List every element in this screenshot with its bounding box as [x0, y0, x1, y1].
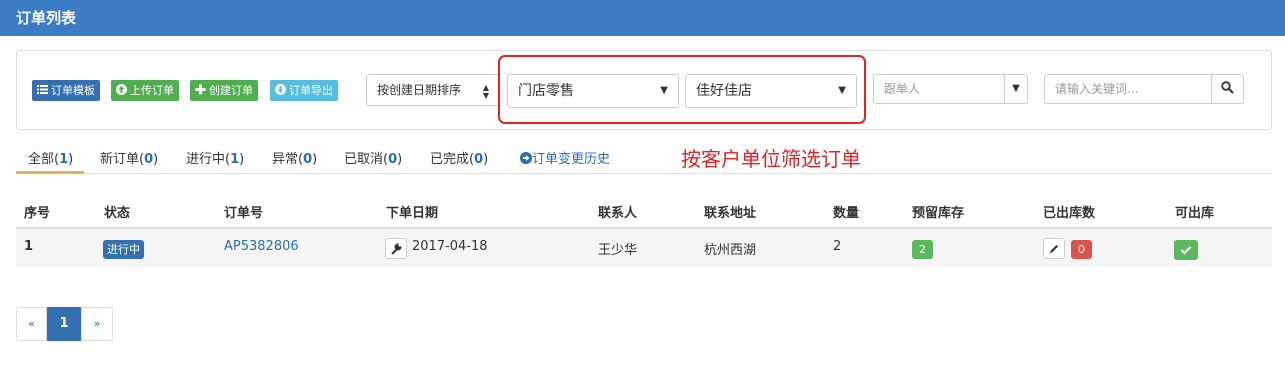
col-qty: 数量: [833, 206, 860, 221]
tab-exception-label: 异常: [272, 152, 299, 167]
download-icon: [275, 84, 286, 95]
follower-dropdown-button[interactable]: ▼: [1004, 74, 1028, 104]
customer-select[interactable]: 佳好佳店 ▼: [685, 74, 857, 108]
tab-completed[interactable]: 已完成(0): [430, 148, 488, 167]
tab-completed-label: 已完成: [430, 152, 470, 167]
pagination-next[interactable]: »: [81, 307, 113, 341]
upload-order-label: 上传订单: [130, 84, 174, 97]
plus-icon: [195, 84, 206, 95]
col-contact: 联系人: [598, 206, 638, 221]
search-icon: [1221, 81, 1234, 94]
tab-in-progress[interactable]: 进行中(1): [186, 148, 244, 167]
order-history-label: 订单变更历史: [532, 152, 611, 167]
order-history-link[interactable]: 订单变更历史: [520, 148, 610, 167]
tab-cancelled-count: 0: [388, 152, 398, 167]
upload-icon: [116, 84, 127, 95]
pencil-icon: [1050, 245, 1058, 253]
pagination-prev[interactable]: «: [16, 307, 47, 341]
contact-name: 王少华: [598, 243, 638, 258]
col-date: 下单日期: [386, 206, 439, 221]
channel-select[interactable]: 门店零售 ▼: [507, 74, 679, 108]
status-badge: 进行中: [103, 240, 144, 259]
col-status: 状态: [104, 206, 131, 221]
tab-completed-count: 0: [474, 152, 484, 167]
create-order-button[interactable]: 创建订单: [190, 80, 258, 101]
shipped-count-badge: 0: [1071, 240, 1092, 259]
sort-select-value: 按创建日期排序: [377, 83, 462, 97]
order-number-link[interactable]: AP5382806: [224, 239, 299, 254]
row-index: 1: [24, 239, 34, 254]
sort-select[interactable]: 按创建日期排序 ▲ ▼: [366, 74, 500, 106]
search-input[interactable]: 请输入关键词...: [1044, 74, 1212, 104]
contact-address: 杭州西湖: [704, 243, 757, 258]
tab-new-count: 0: [144, 152, 154, 167]
tab-all-label: 全部: [28, 152, 55, 167]
order-template-button[interactable]: 订单模板: [32, 80, 100, 101]
tab-exception[interactable]: 异常(0): [272, 148, 317, 167]
tab-all-count: 1: [59, 152, 69, 167]
tab-in-progress-count: 1: [230, 152, 240, 167]
export-order-label: 订单导出: [289, 84, 333, 97]
follower-placeholder: 跟单人: [884, 82, 921, 96]
tab-in-progress-label: 进行中: [186, 152, 226, 167]
caret-down-icon: ▼: [838, 85, 846, 96]
col-reserved: 预留库存: [912, 206, 965, 221]
page-title: 订单列表: [0, 0, 1285, 36]
quantity: 2: [833, 239, 842, 254]
list-icon: [37, 85, 48, 94]
tab-exception-count: 0: [303, 152, 313, 167]
create-order-label: 创建订单: [209, 84, 253, 97]
customer-select-value: 佳好佳店: [696, 83, 752, 99]
col-index: 序号: [24, 206, 51, 221]
edit-date-button[interactable]: [385, 238, 407, 259]
pagination-page-1[interactable]: 1: [47, 307, 81, 341]
tab-cancelled[interactable]: 已取消(0): [344, 148, 402, 167]
arrow-circle-right-icon: [520, 152, 532, 164]
ship-check-button[interactable]: [1174, 240, 1198, 260]
check-icon: [1180, 246, 1192, 255]
search-placeholder: 请输入关键词...: [1055, 82, 1139, 96]
search-button[interactable]: [1211, 74, 1244, 104]
follower-input[interactable]: 跟单人: [873, 74, 1005, 104]
col-address: 联系地址: [704, 206, 757, 221]
caret-down-icon: ▼: [1012, 83, 1020, 94]
tab-all[interactable]: 全部(1): [28, 148, 73, 167]
edit-shipped-button[interactable]: [1043, 238, 1065, 259]
wrench-icon: [391, 243, 402, 255]
order-date: 2017-04-18: [412, 239, 488, 254]
tab-cancelled-label: 已取消: [344, 152, 384, 167]
reserved-stock-badge: 2: [912, 240, 933, 259]
updown-icon: ▲ ▼: [482, 83, 489, 100]
col-shippable: 可出库: [1175, 206, 1215, 221]
active-tab-indicator: [16, 171, 84, 174]
export-order-button[interactable]: 订单导出: [270, 80, 338, 101]
tab-new[interactable]: 新订单(0): [100, 148, 158, 167]
tab-divider: [16, 173, 1272, 174]
col-order-no: 订单号: [224, 206, 264, 221]
col-shipped: 已出库数: [1043, 206, 1096, 221]
channel-select-value: 门店零售: [518, 83, 574, 99]
upload-order-button[interactable]: 上传订单: [111, 80, 179, 101]
order-template-label: 订单模板: [51, 84, 95, 97]
caret-down-icon: ▼: [660, 85, 668, 96]
annotation-text: 按客户单位筛选订单: [681, 147, 861, 171]
tab-new-label: 新订单: [100, 152, 140, 167]
